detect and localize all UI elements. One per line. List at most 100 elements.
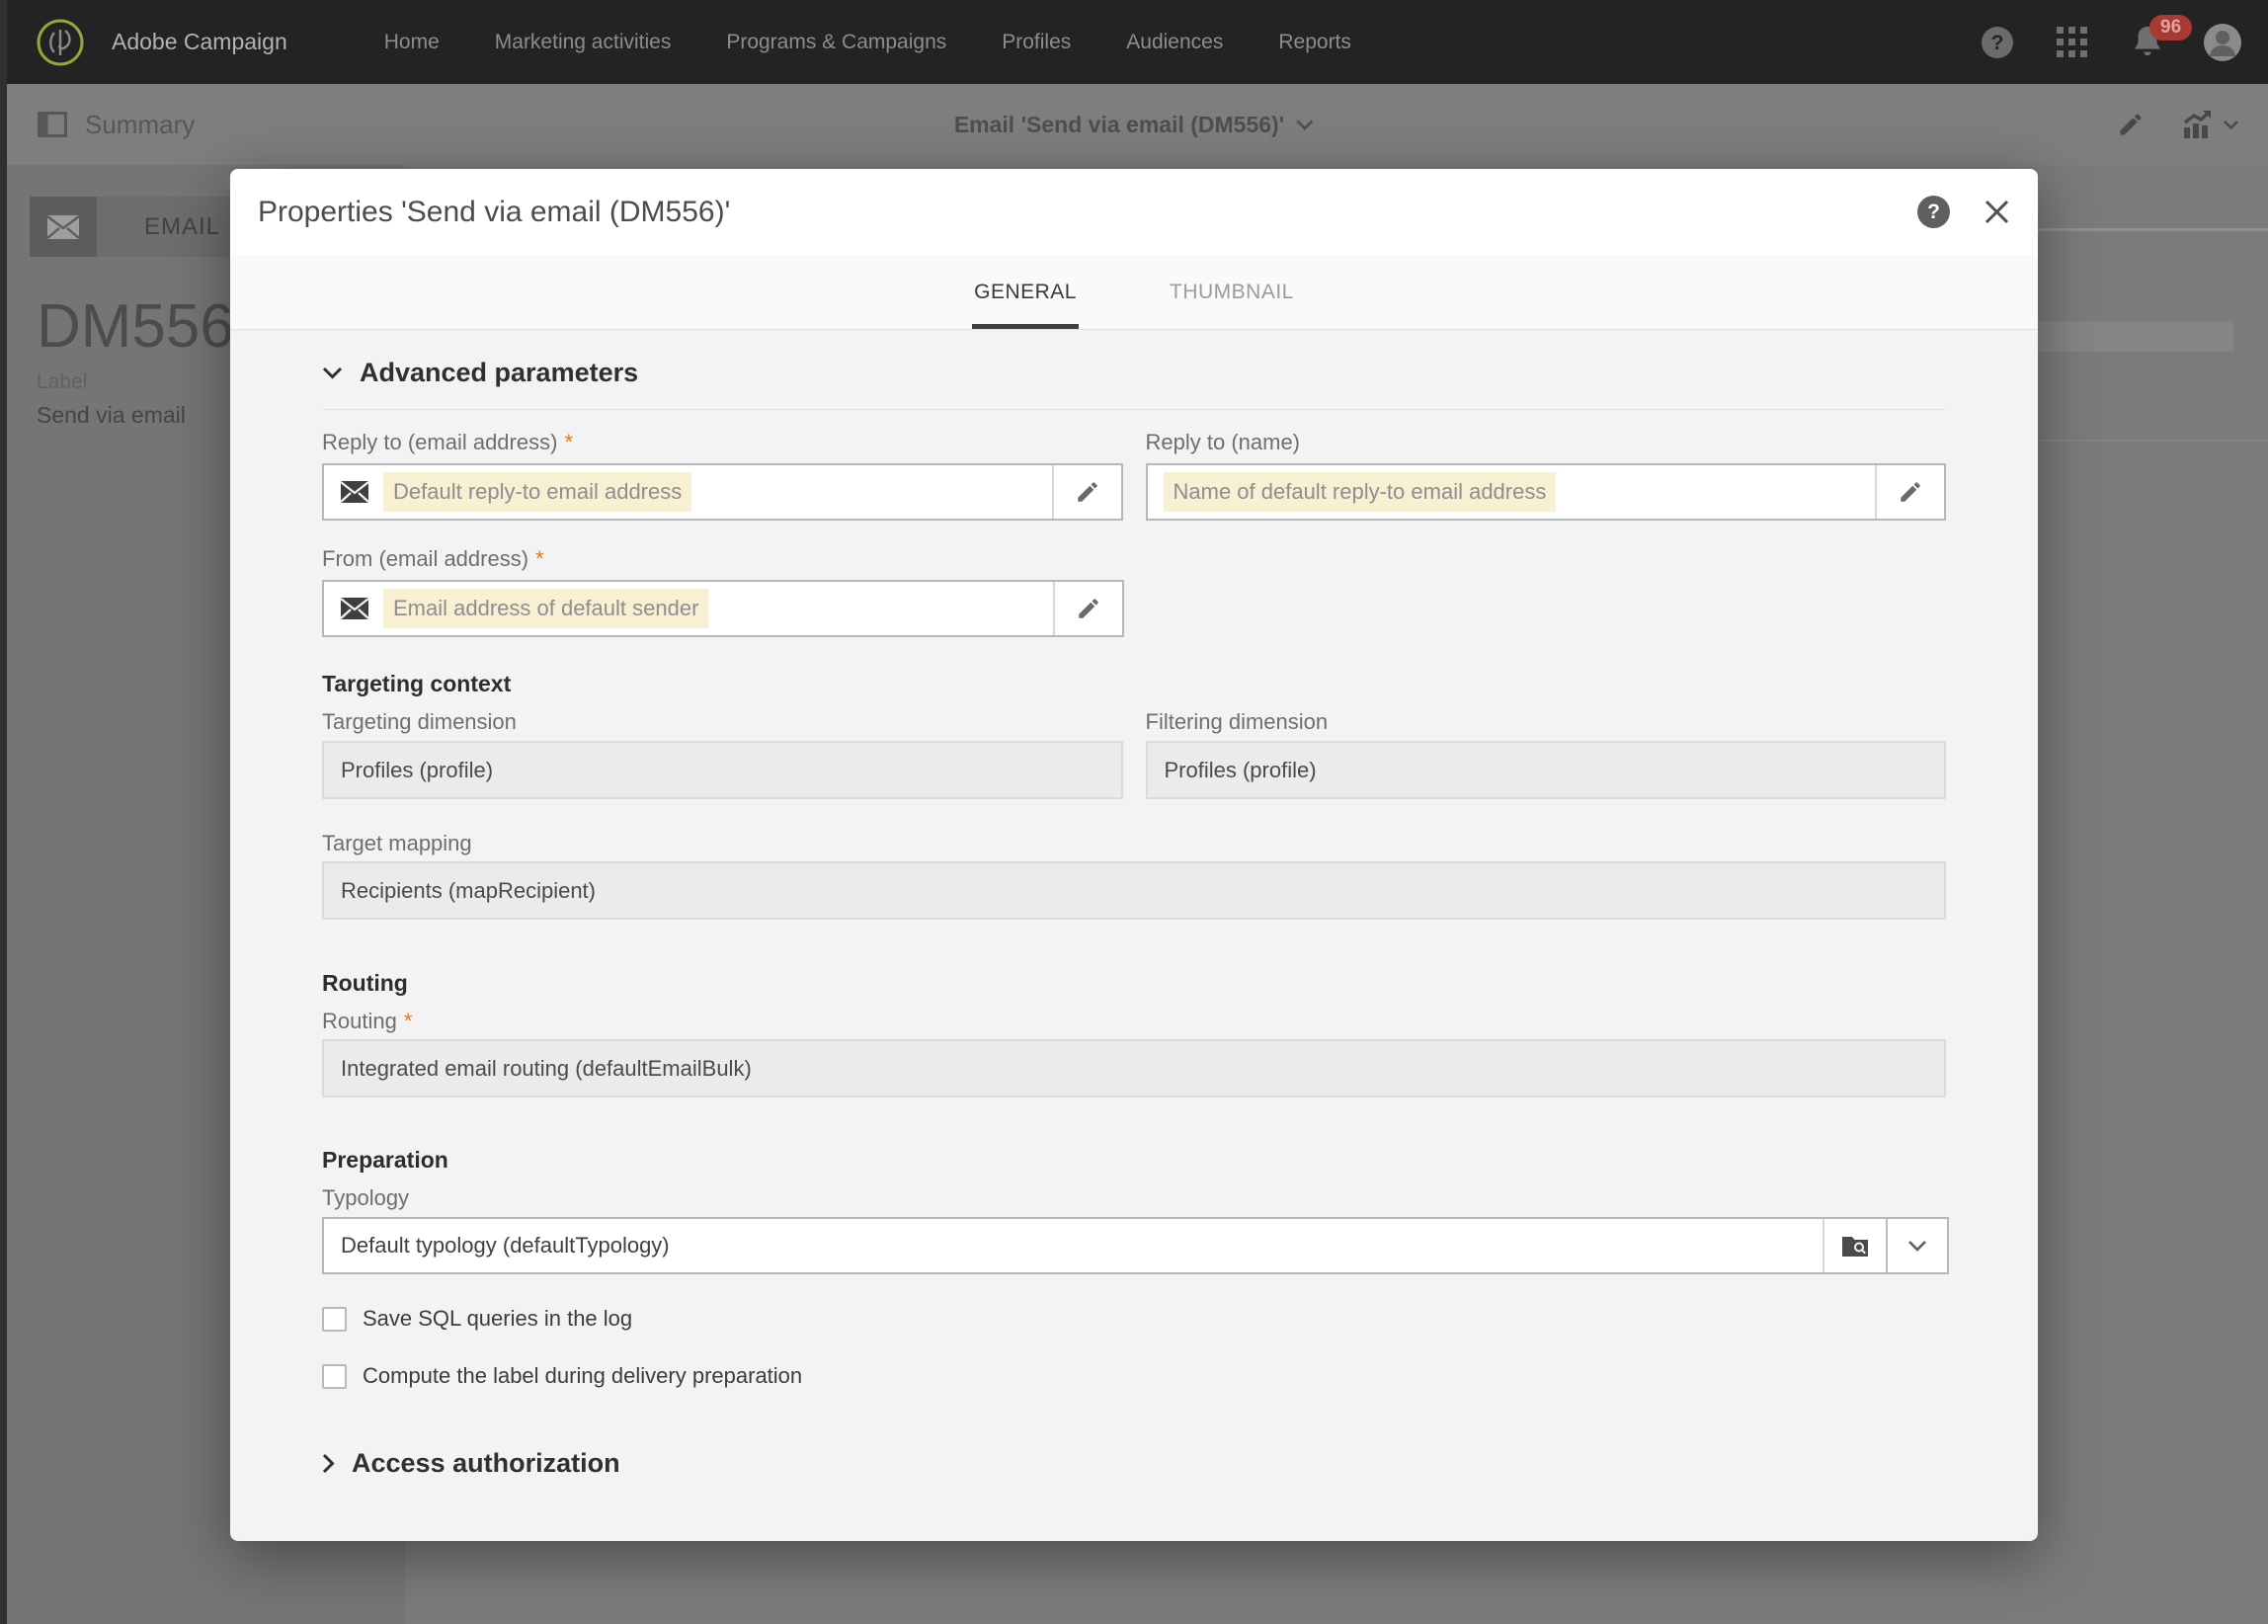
app-grid-icon[interactable] xyxy=(2053,23,2092,62)
advanced-parameters-title: Advanced parameters xyxy=(360,356,638,389)
summary-section: Summary xyxy=(38,84,195,165)
brand-name: Adobe Campaign xyxy=(112,29,287,55)
envelope-icon xyxy=(46,214,80,240)
modal-tab-strip: GENERAL THUMBNAIL xyxy=(230,255,2038,330)
context-title-text: Email 'Send via email (DM556)' xyxy=(954,112,1284,138)
preparation-heading: Preparation xyxy=(322,1147,1946,1173)
routing-heading: Routing xyxy=(322,970,1946,996)
pencil-icon xyxy=(1898,479,1923,505)
compute-label-label: Compute the label during delivery prepar… xyxy=(363,1363,802,1389)
compute-label-checkbox-row[interactable]: Compute the label during delivery prepar… xyxy=(322,1363,1946,1389)
user-avatar[interactable] xyxy=(2203,23,2242,62)
chevron-right-icon xyxy=(322,1453,335,1474)
adobe-campaign-logo[interactable]: Adobe Campaign xyxy=(35,17,287,68)
envelope-icon xyxy=(340,480,369,504)
typology-value: Default typology (defaultTypology) xyxy=(324,1219,1822,1272)
targeting-context-heading: Targeting context xyxy=(322,671,1946,696)
routing-label-text: Routing xyxy=(322,1009,397,1033)
required-marker: * xyxy=(535,546,544,571)
typology-label: Typology xyxy=(322,1185,1946,1211)
background-artifact-band xyxy=(2038,321,2233,352)
browse-typology-button[interactable] xyxy=(1822,1219,1886,1272)
modal-title: Properties 'Send via email (DM556)' xyxy=(258,196,730,229)
chart-arrow-icon xyxy=(2182,110,2216,139)
save-sql-queries-checkbox-row[interactable]: Save SQL queries in the log xyxy=(322,1306,1946,1332)
pencil-icon xyxy=(1075,479,1100,505)
targeting-dimension-value: Profiles (profile) xyxy=(322,741,1123,799)
advanced-parameters-toggle[interactable]: Advanced parameters xyxy=(322,356,1946,389)
chevron-down-icon xyxy=(322,366,343,379)
window-edge-strip xyxy=(0,0,7,1624)
summary-label: Summary xyxy=(85,110,195,140)
context-title-dropdown: Email 'Send via email (DM556)' xyxy=(954,84,1314,165)
grid-icon xyxy=(2056,26,2089,59)
reply-to-email-input[interactable]: Default reply-to email address xyxy=(322,463,1123,521)
summary-bar: Summary Email 'Send via email (DM556)' xyxy=(0,84,2268,165)
nav-item-audiences[interactable]: Audiences xyxy=(1126,31,1223,54)
chevron-down-icon xyxy=(1296,120,1314,130)
from-email-label-text: From (email address) xyxy=(322,546,528,571)
modal-header: Properties 'Send via email (DM556)' ? xyxy=(230,169,2038,255)
target-mapping-label: Target mapping xyxy=(322,831,1946,856)
target-mapping-value: Recipients (mapRecipient) xyxy=(322,861,1946,920)
targeting-dimension-label: Targeting dimension xyxy=(322,709,1123,735)
section-divider xyxy=(322,409,1946,410)
record-id: DM556 xyxy=(37,291,234,362)
nav-item-marketing-activities[interactable]: Marketing activities xyxy=(495,31,672,54)
typology-dropdown-button[interactable] xyxy=(1886,1219,1947,1272)
help-icon[interactable]: ? xyxy=(1978,23,2017,62)
reply-to-email-label: Reply to (email address)* xyxy=(322,430,1123,455)
reports-shortcut xyxy=(2182,110,2238,139)
save-sql-queries-label: Save SQL queries in the log xyxy=(363,1306,632,1332)
avatar-icon xyxy=(2203,23,2242,62)
record-label-caption: Label xyxy=(37,370,87,394)
email-tab-icon-box xyxy=(30,197,97,257)
save-sql-queries-checkbox[interactable] xyxy=(322,1307,347,1332)
access-authorization-toggle[interactable]: Access authorization xyxy=(322,1446,1946,1480)
routing-value: Integrated email routing (defaultEmailBu… xyxy=(322,1039,1946,1097)
tab-thumbnail[interactable]: THUMBNAIL xyxy=(1170,255,1294,329)
notification-badge: 96 xyxy=(2149,15,2192,41)
access-authorization-title: Access authorization xyxy=(352,1446,620,1480)
reply-to-name-input[interactable]: Name of default reply-to email address xyxy=(1146,463,1947,521)
compute-label-checkbox[interactable] xyxy=(322,1364,347,1389)
top-navbar: Adobe Campaign Home Marketing activities… xyxy=(0,0,2268,84)
nav-item-home[interactable]: Home xyxy=(384,31,440,54)
screen: Adobe Campaign Home Marketing activities… xyxy=(0,0,2268,1624)
reply-to-email-placeholder: Default reply-to email address xyxy=(383,472,691,512)
typology-select[interactable]: Default typology (defaultTypology) xyxy=(322,1217,1949,1274)
reply-to-name-label: Reply to (name) xyxy=(1146,430,1947,455)
reply-to-name-label-text: Reply to (name) xyxy=(1146,430,1301,454)
modal-content: Advanced parameters Reply to (email addr… xyxy=(230,356,2038,1480)
record-label-value: Send via email xyxy=(37,402,186,429)
nav-item-profiles[interactable]: Profiles xyxy=(1002,31,1071,54)
chevron-down-icon xyxy=(1907,1240,1927,1252)
tab-general[interactable]: GENERAL xyxy=(974,255,1077,329)
edit-pencil-button[interactable] xyxy=(1875,465,1944,519)
required-marker: * xyxy=(564,430,573,454)
modal-help-icon[interactable]: ? xyxy=(1917,196,1950,228)
main-menu: Home Marketing activities Programs & Cam… xyxy=(384,31,1351,54)
nav-item-programs-campaigns[interactable]: Programs & Campaigns xyxy=(726,31,946,54)
notifications-bell[interactable]: 96 xyxy=(2128,23,2167,62)
edit-pencil-icon xyxy=(2117,111,2145,138)
from-email-label: From (email address) * xyxy=(322,546,1124,572)
routing-label: Routing * xyxy=(322,1009,1946,1034)
reply-to-name-placeholder: Name of default reply-to email address xyxy=(1164,472,1557,512)
nav-item-reports[interactable]: Reports xyxy=(1278,31,1351,54)
svg-text:?: ? xyxy=(1991,32,2004,54)
chevron-down-icon xyxy=(2224,121,2238,129)
edit-pencil-button[interactable] xyxy=(1052,465,1121,519)
navbar-actions: ? 96 xyxy=(1978,0,2242,84)
adobe-campaign-logo-icon xyxy=(35,17,86,68)
edit-pencil-button[interactable] xyxy=(1053,582,1122,635)
modal-header-actions: ? xyxy=(1917,196,2010,228)
required-marker: * xyxy=(404,1009,413,1033)
from-email-input[interactable]: Email address of default sender xyxy=(322,580,1124,637)
filtering-dimension-label: Filtering dimension xyxy=(1146,709,1947,735)
from-email-placeholder: Email address of default sender xyxy=(383,589,708,628)
background-artifact-line xyxy=(2038,440,2268,442)
pencil-icon xyxy=(1076,596,1101,621)
close-icon[interactable] xyxy=(1984,199,2010,225)
folder-search-icon xyxy=(1841,1234,1869,1258)
